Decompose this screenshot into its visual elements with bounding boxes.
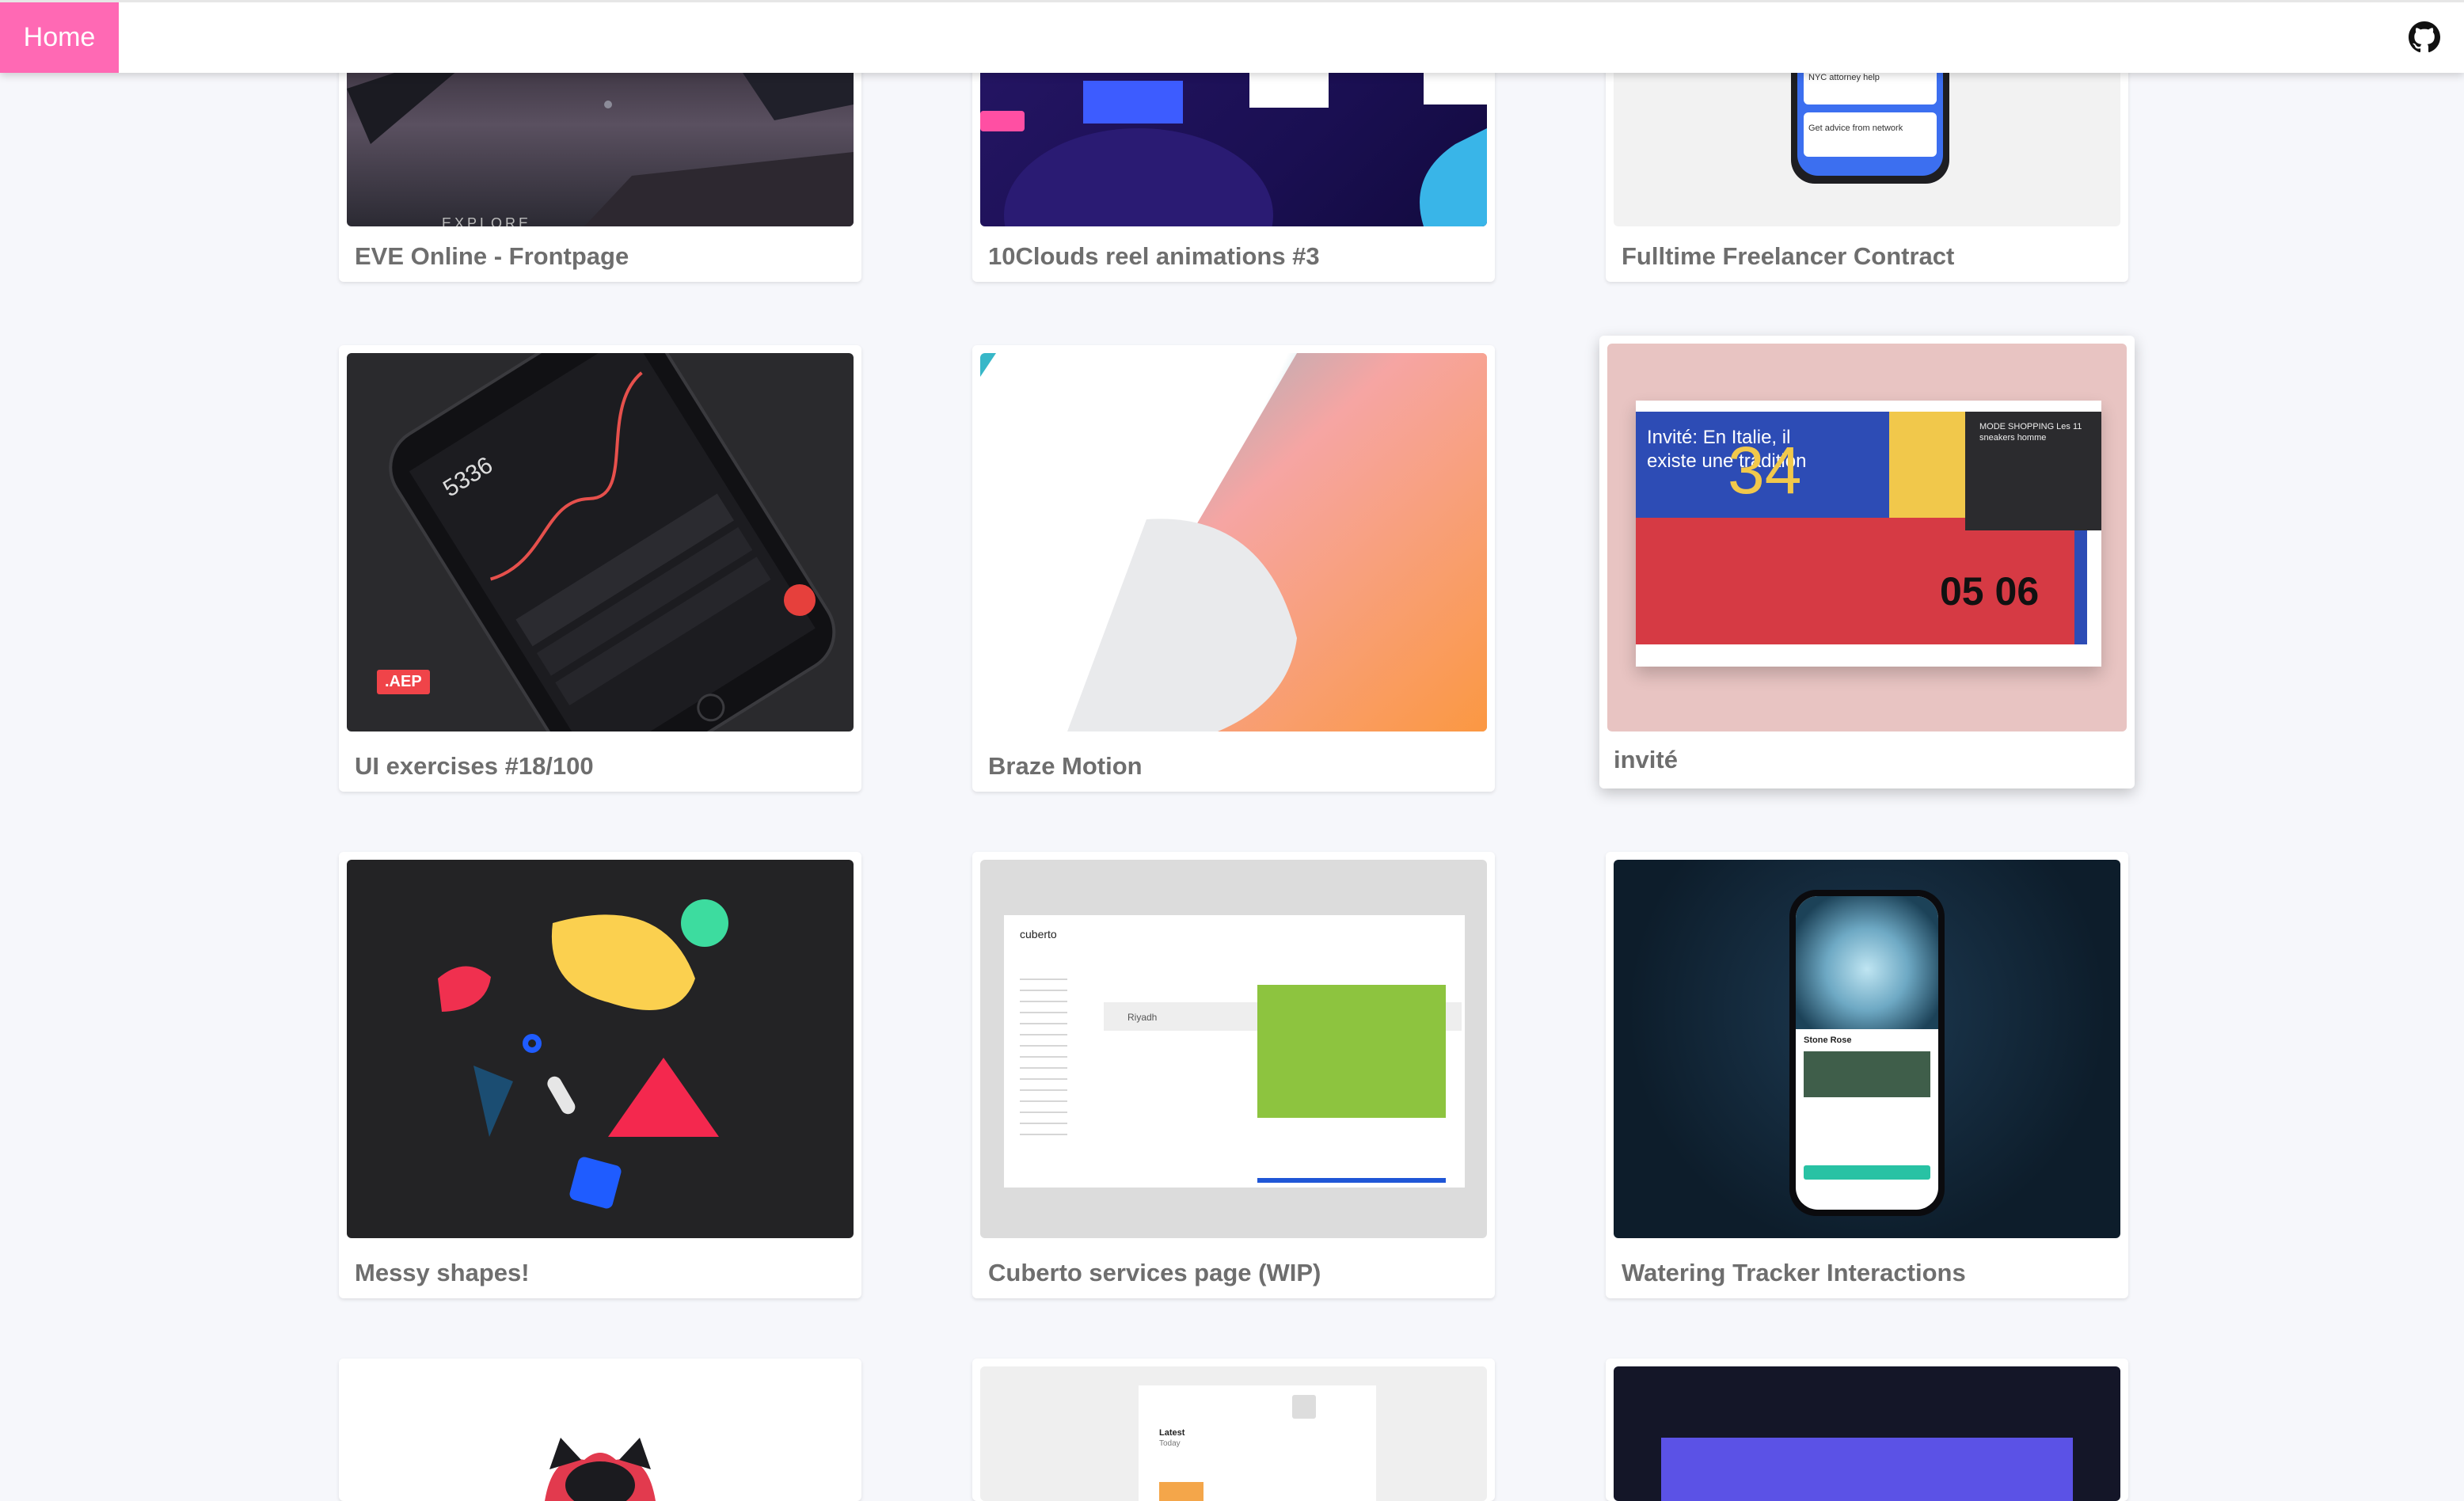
thumbnail-text: cuberto <box>1020 928 1057 940</box>
project-title[interactable]: UI exercises #18/100 <box>355 752 594 781</box>
project-title[interactable]: Fulltime Freelancer Contract <box>1622 242 1954 271</box>
project-card[interactable]: Stone Rose Watering Tracker Interactions <box>1606 852 2128 1298</box>
thumbnail-text: NYC attorney help <box>1804 68 1937 104</box>
project-thumbnail <box>980 353 1487 732</box>
thumbnail-text: 05 06 <box>1940 569 2040 614</box>
project-title[interactable]: invité <box>1614 746 1678 774</box>
github-icon[interactable] <box>2409 21 2440 53</box>
project-thumbnail: Invité: En Italie, il existe une traditi… <box>1607 344 2127 732</box>
thumbnail-text: MODE SHOPPING Les 11 sneakers homme <box>1979 422 2082 443</box>
project-card[interactable] <box>339 1358 861 1501</box>
project-thumbnail: Latest Today <box>980 1366 1487 1501</box>
aep-badge: .AEP <box>377 670 430 694</box>
project-card[interactable]: Braze Motion <box>972 345 1495 792</box>
project-title[interactable]: Braze Motion <box>988 752 1143 781</box>
project-title[interactable]: Cuberto services page (WIP) <box>988 1259 1321 1287</box>
home-button[interactable]: Home <box>0 2 119 73</box>
thumbnail-text: EXPLORE <box>442 215 532 226</box>
thumbnail-text: Get advice from network <box>1804 112 1937 157</box>
project-card[interactable]: Latest Today <box>972 1358 1495 1501</box>
project-thumbnail: cuberto Riyadh <box>980 860 1487 1238</box>
top-navbar: Home <box>0 0 2464 73</box>
thumbnail-text: Stone Rose <box>1804 1036 1852 1045</box>
project-thumbnail <box>347 1366 854 1501</box>
project-card[interactable] <box>1606 1358 2128 1501</box>
project-title[interactable]: EVE Online - Frontpage <box>355 242 629 271</box>
thumbnail-text: Riyadh <box>1127 1012 1158 1023</box>
project-thumbnail: Stone Rose <box>1614 860 2120 1238</box>
project-thumbnail <box>980 57 1487 226</box>
project-card[interactable]: 5336 .AEP UI exercises #18/100 <box>339 345 861 792</box>
project-card[interactable]: EXPLORE EVE Online - Frontpage <box>339 57 861 282</box>
project-title[interactable]: Watering Tracker Interactions <box>1622 1259 1966 1287</box>
project-card[interactable]: 10Clouds reel animations #3 <box>972 57 1495 282</box>
project-card[interactable]: cuberto Riyadh Cuberto services page (WI… <box>972 852 1495 1298</box>
project-thumbnail: NYC attorney help Get advice from networ… <box>1614 57 2120 226</box>
project-thumbnail: 5336 .AEP <box>347 353 854 732</box>
project-card[interactable]: Messy shapes! <box>339 852 861 1298</box>
project-thumbnail <box>347 860 854 1238</box>
project-title[interactable]: 10Clouds reel animations #3 <box>988 242 1320 271</box>
project-card[interactable]: NYC attorney help Get advice from networ… <box>1606 57 2128 282</box>
project-thumbnail: EXPLORE <box>347 57 854 226</box>
thumbnail-text: 34 <box>1728 433 1802 507</box>
project-grid: EXPLORE EVE Online - Frontpage 10Clouds … <box>0 0 2464 1501</box>
project-title[interactable]: Messy shapes! <box>355 1259 530 1287</box>
project-card[interactable]: Invité: En Italie, il existe une traditi… <box>1599 336 2135 788</box>
project-thumbnail <box>1614 1366 2120 1501</box>
thumbnail-text: Today <box>1159 1439 1181 1448</box>
thumbnail-text: Latest <box>1159 1428 1185 1438</box>
